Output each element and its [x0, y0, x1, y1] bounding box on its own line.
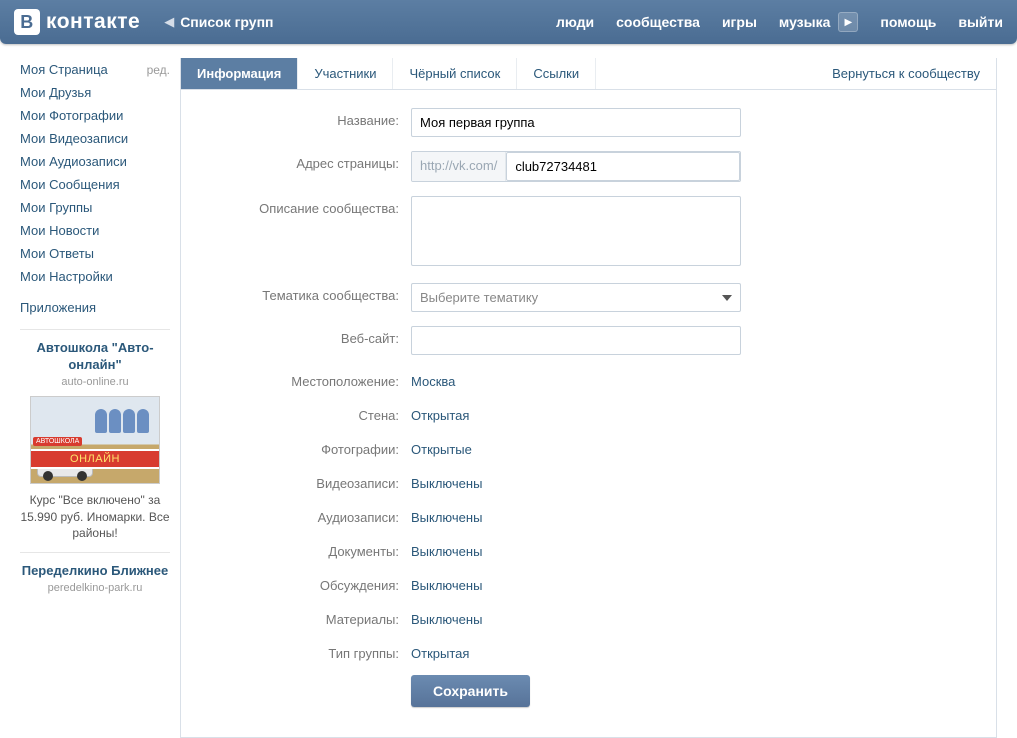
- name-input[interactable]: [411, 108, 741, 137]
- sidebar-news[interactable]: Мои Новости: [20, 219, 170, 242]
- ad-text: Курс "Все включено" за 15.990 руб. Инома…: [20, 492, 170, 542]
- group-settings-form: Название: Адрес страницы: http://vk.com/…: [181, 90, 996, 737]
- logo-text: контакте: [46, 10, 140, 34]
- photos-value[interactable]: Открытые: [411, 437, 472, 457]
- top-nav: люди сообщества игры музыка ▶ помощь вый…: [556, 12, 1003, 32]
- ad-block-1[interactable]: Автошкола "Авто-онлайн" auto-online.ru А…: [20, 340, 170, 542]
- label-topic: Тематика сообщества:: [181, 283, 411, 303]
- nav-music[interactable]: музыка: [779, 14, 830, 30]
- label-address: Адрес страницы:: [181, 151, 411, 171]
- wall-value[interactable]: Открытая: [411, 403, 469, 423]
- label-name: Название:: [181, 108, 411, 128]
- nav-help[interactable]: помощь: [880, 14, 936, 30]
- chevron-down-icon: [722, 295, 732, 301]
- nav-communities[interactable]: сообщества: [616, 14, 700, 30]
- tab-members[interactable]: Участники: [298, 58, 393, 89]
- address-field: http://vk.com/: [411, 151, 741, 182]
- label-website: Веб-сайт:: [181, 326, 411, 346]
- sidebar-settings[interactable]: Мои Настройки: [20, 265, 170, 288]
- header-subtitle[interactable]: Список групп: [180, 14, 273, 30]
- label-description: Описание сообщества:: [181, 196, 411, 216]
- audio-value[interactable]: Выключены: [411, 505, 482, 525]
- label-wall: Стена:: [181, 403, 411, 423]
- chevron-left-icon[interactable]: ◀: [164, 14, 174, 30]
- tab-links[interactable]: Ссылки: [517, 58, 596, 89]
- sidebar-answers[interactable]: Мои Ответы: [20, 242, 170, 265]
- sidebar-messages[interactable]: Мои Сообщения: [20, 173, 170, 196]
- sidebar-my-page[interactable]: Моя Страница: [20, 58, 108, 81]
- discussions-value[interactable]: Выключены: [411, 573, 482, 593]
- location-value[interactable]: Москва: [411, 369, 455, 389]
- website-input[interactable]: [411, 326, 741, 355]
- sidebar-apps[interactable]: Приложения: [20, 296, 170, 319]
- tab-blacklist[interactable]: Чёрный список: [393, 58, 517, 89]
- group-type-value[interactable]: Открытая: [411, 641, 469, 661]
- sidebar-groups[interactable]: Мои Группы: [20, 196, 170, 219]
- description-input[interactable]: [411, 196, 741, 266]
- sidebar-photos[interactable]: Мои Фотографии: [20, 104, 170, 127]
- tabs: Информация Участники Чёрный список Ссылк…: [181, 58, 996, 90]
- header: В контакте ◀ Список групп люди сообществ…: [0, 0, 1017, 44]
- label-videos: Видеозаписи:: [181, 471, 411, 491]
- ad-domain: auto-online.ru: [20, 376, 170, 388]
- nav-games[interactable]: игры: [722, 14, 757, 30]
- save-button[interactable]: Сохранить: [411, 675, 530, 707]
- sidebar: Моя Страница ред. Мои Друзья Мои Фотогра…: [0, 58, 180, 738]
- sidebar-friends[interactable]: Мои Друзья: [20, 81, 170, 104]
- label-materials: Материалы:: [181, 607, 411, 627]
- edit-link[interactable]: ред.: [147, 63, 170, 77]
- tab-info[interactable]: Информация: [181, 58, 298, 89]
- return-to-community[interactable]: Вернуться к сообществу: [816, 58, 996, 89]
- address-input[interactable]: [506, 152, 740, 181]
- ad-title: Переделкино Ближнее: [20, 563, 170, 580]
- topic-placeholder: Выберите тематику: [420, 290, 538, 305]
- topic-dropdown[interactable]: Выберите тематику: [411, 283, 741, 312]
- label-group-type: Тип группы:: [181, 641, 411, 661]
- materials-value[interactable]: Выключены: [411, 607, 482, 627]
- logo[interactable]: В контакте: [14, 9, 140, 35]
- label-docs: Документы:: [181, 539, 411, 559]
- sidebar-audio[interactable]: Мои Аудиозаписи: [20, 150, 170, 173]
- nav-people[interactable]: люди: [556, 14, 594, 30]
- chevron-right-icon[interactable]: ▶: [838, 12, 858, 32]
- ad-image: АВТОШКОЛА ОНЛАЙН: [30, 396, 160, 484]
- label-audio: Аудиозаписи:: [181, 505, 411, 525]
- label-location: Местоположение:: [181, 369, 411, 389]
- label-discussions: Обсуждения:: [181, 573, 411, 593]
- docs-value[interactable]: Выключены: [411, 539, 482, 559]
- videos-value[interactable]: Выключены: [411, 471, 482, 491]
- ad-title: Автошкола "Авто-онлайн": [20, 340, 170, 374]
- logo-badge: В: [14, 9, 40, 35]
- ad-block-2[interactable]: Переделкино Ближнее peredelkino-park.ru: [20, 563, 170, 594]
- nav-logout[interactable]: выйти: [958, 14, 1003, 30]
- ad-domain: peredelkino-park.ru: [20, 582, 170, 594]
- sidebar-videos[interactable]: Мои Видеозаписи: [20, 127, 170, 150]
- label-photos: Фотографии:: [181, 437, 411, 457]
- main-panel: Информация Участники Чёрный список Ссылк…: [180, 58, 997, 738]
- address-prefix: http://vk.com/: [412, 152, 506, 181]
